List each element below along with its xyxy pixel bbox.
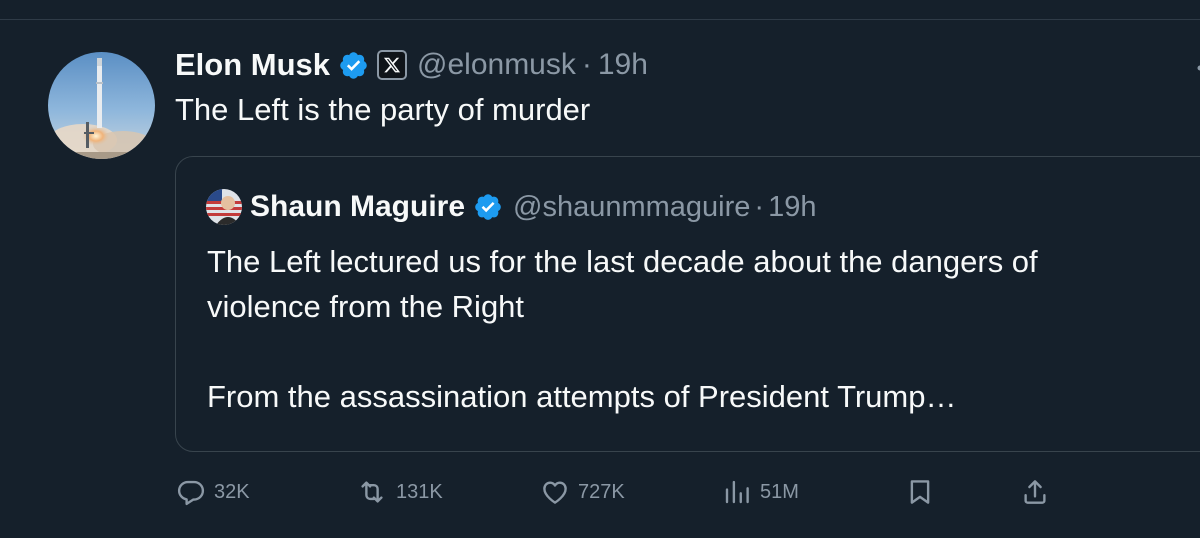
quoted-author-name[interactable]: Shaun Maguire: [250, 190, 465, 224]
views-button[interactable]: 51M: [722, 472, 799, 512]
quoted-tweet-text: The Left lectured us for the last decade…: [207, 239, 1167, 419]
quoted-text-line: The Left lectured us for the last decade…: [207, 244, 1038, 279]
quoted-text-line: From the assassination attempts of Presi…: [207, 379, 957, 414]
more-options-icon[interactable]: [1196, 58, 1200, 78]
tweet-time[interactable]: 19h: [598, 48, 648, 82]
quoted-time[interactable]: 19h: [768, 191, 816, 224]
quoted-author-avatar[interactable]: [206, 189, 242, 225]
quoted-author-handle[interactable]: @shaunmmaguire: [513, 191, 750, 224]
verified-badge-icon[interactable]: [338, 50, 369, 81]
quoted-tweet[interactable]: Shaun Maguire @shaunmmaguire · 19h The L…: [175, 156, 1200, 452]
author-name[interactable]: Elon Musk: [175, 47, 330, 83]
quoted-avatar-image: [206, 189, 242, 225]
x-logo-icon[interactable]: [377, 50, 408, 80]
heart-icon: [543, 481, 567, 504]
tweet-header: Elon Musk @elonmusk · 19h: [175, 43, 648, 87]
repost-count: 131K: [396, 480, 443, 503]
reply-button[interactable]: 32K: [176, 472, 250, 512]
author-handle[interactable]: @elonmusk: [417, 48, 576, 82]
share-icon: [1024, 480, 1046, 504]
separator-dot: ·: [581, 48, 592, 81]
top-divider: [0, 19, 1200, 20]
author-avatar[interactable]: [48, 52, 155, 159]
quoted-verified-badge-icon[interactable]: [473, 192, 503, 222]
views-chart-icon: [725, 480, 749, 504]
reply-icon: [177, 480, 205, 506]
repost-button[interactable]: 131K: [356, 472, 443, 512]
action-bar: 32K 131K 727K 51M: [0, 472, 1200, 512]
views-count: 51M: [760, 480, 799, 503]
quoted-text-line: violence from the Right: [207, 289, 525, 324]
like-count: 727K: [578, 480, 625, 503]
rocket-launch-avatar-image: [48, 52, 155, 159]
bookmark-button[interactable]: [905, 472, 935, 512]
tweet-text: The Left is the party of murder: [175, 92, 591, 127]
quoted-separator-dot: ·: [754, 190, 765, 223]
reply-count: 32K: [214, 480, 250, 503]
repost-icon: [361, 481, 383, 503]
share-button[interactable]: [1020, 472, 1050, 512]
quoted-header: Shaun Maguire @shaunmmaguire · 19h: [250, 185, 816, 229]
like-button[interactable]: 727K: [540, 472, 625, 512]
bookmark-icon: [910, 480, 930, 504]
